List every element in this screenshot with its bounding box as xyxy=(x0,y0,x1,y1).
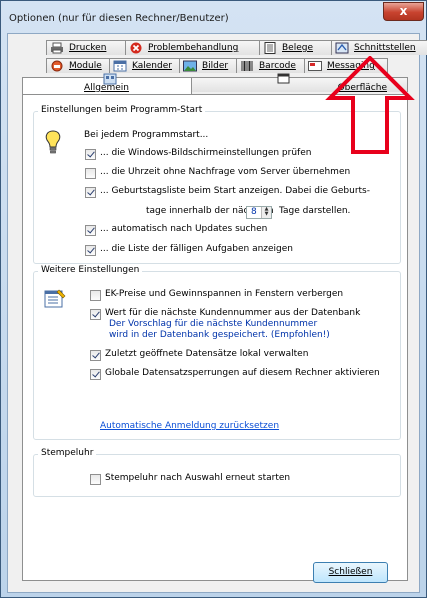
title-bar[interactable]: Optionen (nur für diesen Rechner/Benutze… xyxy=(1,1,426,33)
time-clock-group: Stempeluhr Stempeluhr nach Auswahl erneu… xyxy=(33,448,401,497)
lightbulb-icon xyxy=(44,130,62,159)
option-label: EK-Preise und Gewinnspannen in Fenstern … xyxy=(105,289,344,299)
checkbox-global-record-locks[interactable] xyxy=(90,369,101,380)
checkbox-next-customer-number[interactable] xyxy=(90,309,101,320)
birthday-days-suffix: Tage darstellen. xyxy=(279,206,351,216)
tab-label: Barcode xyxy=(259,61,296,71)
checkbox-manage-recent-records[interactable] xyxy=(90,350,101,361)
red-arrow-annotation xyxy=(325,56,415,154)
checkbox-show-birthday-list[interactable] xyxy=(85,187,96,198)
customer-number-hint-line2: wird in der Datenbank gespeichert. (Empf… xyxy=(109,330,330,340)
tab-label: Schnittstellen xyxy=(354,43,416,53)
tab-barcode[interactable]: Barcode xyxy=(236,58,305,73)
option-label: Zuletzt geöffnete Datensätze lokal verwa… xyxy=(105,349,309,359)
window-title: Optionen (nur für diesen Rechner/Benutze… xyxy=(9,13,229,24)
checkbox-restart-time-clock[interactable] xyxy=(90,474,101,485)
option-label: Globale Datensatzsperrungen auf diesem R… xyxy=(105,368,380,378)
tab-label: Drucken xyxy=(69,43,107,53)
birthday-days-value: 8 xyxy=(251,207,257,217)
checkbox-hide-purchase-prices[interactable] xyxy=(90,290,101,301)
group-title: Einstellungen beim Programm-Start xyxy=(38,105,206,115)
message-icon xyxy=(308,60,322,72)
more-settings-group: Weitere Einstellungen EK-Preise und Gewi… xyxy=(33,265,401,440)
spinner-arrows-icon[interactable]: ▲ ▼ xyxy=(261,207,271,218)
birthday-days-spinner[interactable]: 8 ▲ ▼ xyxy=(246,206,272,219)
tab-problembehandlung[interactable]: Problembehandlung xyxy=(125,40,260,55)
settings-icon xyxy=(103,73,117,85)
window-icon xyxy=(277,73,291,85)
form-icon xyxy=(44,289,66,312)
option-label: ... die Uhrzeit ohne Nachfrage vom Serve… xyxy=(100,167,351,177)
option-label: ... Geburtstagsliste beim Start anzeigen… xyxy=(100,186,370,196)
tab-row-1: Drucken Problembehandlung Belege Schnitt… xyxy=(46,40,427,56)
barcode-icon xyxy=(240,60,254,72)
option-label: Wert für die nächste Kundennummer aus de… xyxy=(105,308,361,318)
tab-label: Belege xyxy=(282,43,313,53)
close-dialog-label: Schließen xyxy=(328,567,373,577)
option-label: ... die Windows-Bildschirmeinstellungen … xyxy=(100,148,312,158)
option-label: Stempeluhr nach Auswahl erneut starten xyxy=(105,473,291,483)
tab-belege[interactable]: Belege xyxy=(259,40,332,55)
printer-icon xyxy=(50,42,64,54)
option-label: ... die Liste der fälligen Aufgaben anze… xyxy=(100,244,294,254)
checkbox-check-screen-settings[interactable] xyxy=(85,149,96,160)
group-title: Stempeluhr xyxy=(38,448,97,458)
tab-allgemein[interactable]: Allgemein xyxy=(22,73,192,94)
option-label: ... automatisch nach Updates suchen xyxy=(100,224,268,234)
tab-kalender[interactable]: Kalender xyxy=(109,58,180,73)
document-icon xyxy=(263,42,277,54)
checkbox-take-server-time[interactable] xyxy=(85,168,96,179)
tab-panel-allgemein: Einstellungen beim Programm-Start Bei je… xyxy=(22,94,408,581)
interface-icon xyxy=(335,42,349,54)
tab-label: Problembehandlung xyxy=(148,43,239,53)
close-window-button[interactable]: x xyxy=(383,2,424,21)
close-dialog-button[interactable]: Schließen xyxy=(313,562,388,583)
calendar-icon xyxy=(113,60,127,72)
tab-label: Kalender xyxy=(132,61,172,71)
tab-label: Bilder xyxy=(202,61,229,71)
tab-drucken[interactable]: Drucken xyxy=(46,40,126,55)
group-title: Weitere Einstellungen xyxy=(38,265,143,275)
error-icon xyxy=(129,42,143,54)
checkbox-check-updates[interactable] xyxy=(85,225,96,236)
image-icon xyxy=(183,60,197,72)
module-icon xyxy=(50,60,64,72)
tab-module[interactable]: Module xyxy=(46,58,110,73)
tab-schnittstellen[interactable]: Schnittstellen xyxy=(331,40,427,55)
tab-bilder[interactable]: Bilder xyxy=(179,58,237,73)
start-intro: Bei jedem Programmstart... xyxy=(84,130,209,140)
customer-number-hint-line1: Der Vorschlag für die nächste Kundennumm… xyxy=(109,319,318,329)
tab-label: Module xyxy=(69,61,102,71)
checkbox-show-due-tasks[interactable] xyxy=(85,245,96,256)
reset-auto-login-link[interactable]: Automatische Anmeldung zurücksetzen xyxy=(100,421,279,431)
